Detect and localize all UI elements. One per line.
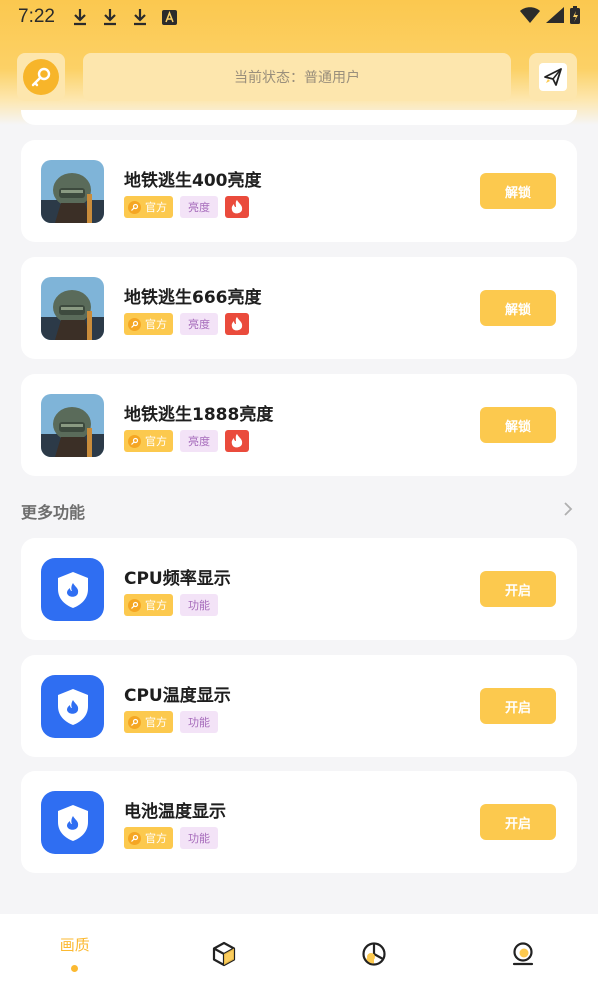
battery-icon xyxy=(570,5,580,29)
tag-row: 官方 亮度 xyxy=(124,430,249,452)
enable-button[interactable]: 开启 xyxy=(480,804,556,840)
official-tag: 官方 xyxy=(124,594,173,616)
active-indicator xyxy=(71,965,79,972)
tag-row: 官方 亮度 xyxy=(124,313,249,335)
unlock-button[interactable]: 解锁 xyxy=(480,290,556,326)
list-item: CPU频率显示 官方 功能 开启 xyxy=(21,538,577,640)
nav-profile[interactable] xyxy=(449,914,598,998)
category-tag: 功能 xyxy=(180,594,218,616)
card-title: 地铁逃生666亮度 xyxy=(124,288,262,308)
card-title: 地铁逃生1888亮度 xyxy=(124,405,274,425)
list-item: CPU温度显示 官方 功能 开启 xyxy=(21,655,577,757)
font-app-icon xyxy=(159,6,181,28)
fire-icon xyxy=(225,430,249,452)
fire-icon xyxy=(225,196,249,218)
enable-button[interactable]: 开启 xyxy=(480,571,556,607)
list-item: 地铁逃生400亮度 官方 亮度 解锁 xyxy=(21,140,577,242)
nav-label: 画质 xyxy=(59,936,90,954)
official-tag-label: 官方 xyxy=(145,435,167,448)
official-tag: 官方 xyxy=(124,196,173,218)
key-icon xyxy=(128,831,141,845)
profile-icon xyxy=(510,941,536,971)
send-button[interactable] xyxy=(529,53,577,101)
list-item: 电池温度显示 官方 功能 开启 xyxy=(21,771,577,873)
previous-card-edge xyxy=(21,110,577,125)
nav-image-quality[interactable]: 画质 xyxy=(0,914,150,998)
user-status-box[interactable]: 当前状态：普通用户 xyxy=(83,53,511,101)
key-icon xyxy=(128,434,141,448)
key-icon xyxy=(128,200,141,214)
logo-button[interactable] xyxy=(17,53,65,101)
chevron-right-icon[interactable] xyxy=(563,501,573,521)
download-icon xyxy=(69,6,91,28)
status-time: 7:22 xyxy=(18,6,55,27)
official-tag-label: 官方 xyxy=(145,318,167,331)
shield-icon xyxy=(41,558,104,621)
category-tag: 亮度 xyxy=(180,313,218,335)
nav-stats[interactable] xyxy=(299,914,449,998)
official-tag: 官方 xyxy=(124,827,173,849)
download-icon xyxy=(99,6,121,28)
download-icon xyxy=(129,6,151,28)
official-tag: 官方 xyxy=(124,711,173,733)
unlock-button[interactable]: 解锁 xyxy=(480,173,556,209)
status-bar: 7:22 xyxy=(0,0,598,34)
official-tag-label: 官方 xyxy=(145,201,167,214)
signal-icon xyxy=(546,6,564,28)
card-title: CPU温度显示 xyxy=(124,686,231,706)
tag-row: 官方 功能 xyxy=(124,711,218,733)
cube-icon xyxy=(211,941,237,971)
pie-chart-icon xyxy=(361,941,387,971)
tag-row: 官方 功能 xyxy=(124,827,218,849)
key-icon xyxy=(128,715,141,729)
enable-button[interactable]: 开启 xyxy=(480,688,556,724)
card-title: 地铁逃生400亮度 xyxy=(124,171,262,191)
pubg-icon xyxy=(41,160,104,223)
official-tag: 官方 xyxy=(124,313,173,335)
category-tag: 功能 xyxy=(180,711,218,733)
nav-cube[interactable] xyxy=(150,914,300,998)
list-item: 地铁逃生1888亮度 官方 亮度 解锁 xyxy=(21,374,577,476)
shield-icon xyxy=(41,791,104,854)
fire-icon xyxy=(225,313,249,335)
key-icon xyxy=(128,598,141,612)
unlock-button[interactable]: 解锁 xyxy=(480,407,556,443)
tag-row: 官方 功能 xyxy=(124,594,218,616)
key-icon xyxy=(23,59,59,95)
list-item: 地铁逃生666亮度 官方 亮度 解锁 xyxy=(21,257,577,359)
card-title: 电池温度显示 xyxy=(124,802,226,822)
shield-icon xyxy=(41,675,104,738)
category-tag: 亮度 xyxy=(180,430,218,452)
official-tag-label: 官方 xyxy=(145,716,167,729)
official-tag-label: 官方 xyxy=(145,832,167,845)
bottom-nav: 画质 xyxy=(0,914,598,998)
content-area[interactable]: 地铁逃生400亮度 官方 亮度 解锁 地铁逃生666亮度 官方 亮度 解锁 地铁… xyxy=(0,110,598,914)
paper-plane-icon xyxy=(539,63,567,91)
wifi-icon xyxy=(520,6,540,28)
section-title: 更多功能 xyxy=(21,503,86,522)
official-tag: 官方 xyxy=(124,430,173,452)
key-icon xyxy=(128,317,141,331)
official-tag-label: 官方 xyxy=(145,599,167,612)
category-tag: 亮度 xyxy=(180,196,218,218)
card-title: CPU频率显示 xyxy=(124,569,231,589)
category-tag: 功能 xyxy=(180,827,218,849)
more-features-header[interactable]: 更多功能 xyxy=(21,496,577,526)
pubg-icon xyxy=(41,394,104,457)
app-bar: 当前状态：普通用户 xyxy=(17,53,577,101)
pubg-icon xyxy=(41,277,104,340)
tag-row: 官方 亮度 xyxy=(124,196,249,218)
